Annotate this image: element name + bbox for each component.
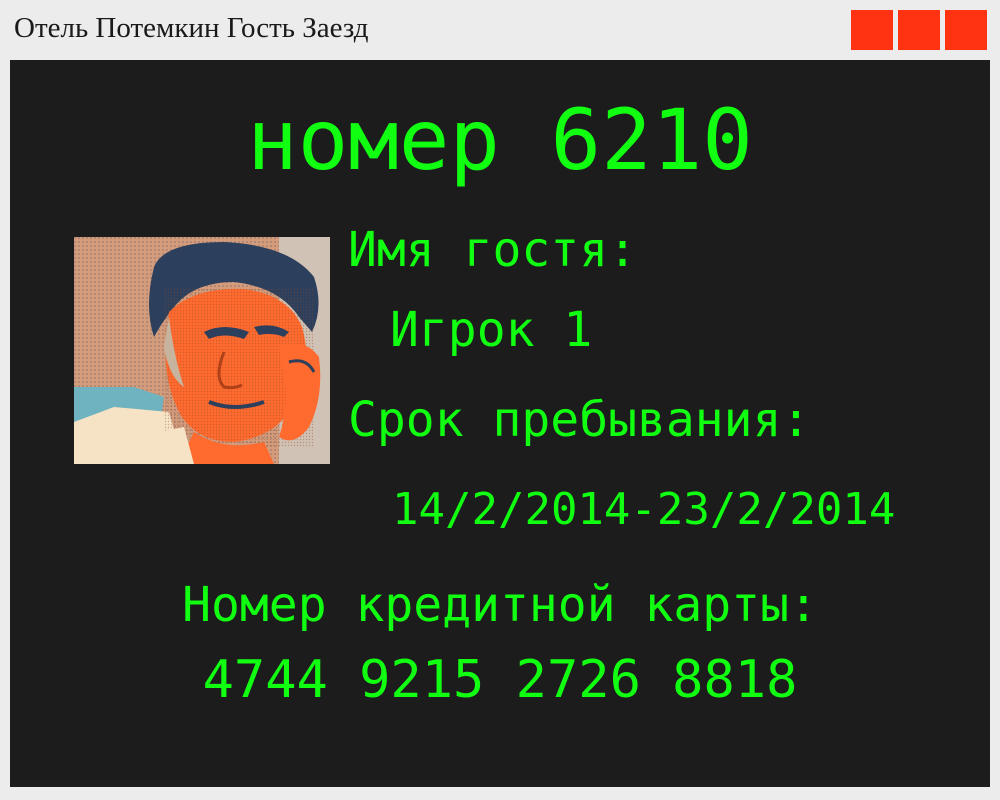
window-control-button-1[interactable] bbox=[851, 10, 893, 50]
guest-name-value: Игрок 1 bbox=[390, 302, 593, 358]
stay-period-value: 14/2/2014-23/2/2014 bbox=[392, 484, 896, 535]
checkin-screen: номер 6210 Имя гостя: Игрок 1 Срок пребы… bbox=[10, 60, 990, 787]
guest-name-label: Имя гостя: bbox=[348, 222, 637, 278]
stay-period-label: Срок пребывания: bbox=[348, 392, 811, 448]
guest-portrait-icon bbox=[74, 237, 330, 464]
room-number: номер 6210 bbox=[247, 91, 753, 189]
window-title: Отель Потемкин Гость Заезд bbox=[14, 12, 369, 44]
window-control-button-2[interactable] bbox=[898, 10, 940, 50]
title-bar[interactable]: Отель Потемкин Гость Заезд bbox=[0, 0, 1000, 60]
credit-card-label: Номер кредитной карты: bbox=[182, 577, 818, 633]
window-control-button-3[interactable] bbox=[945, 10, 987, 50]
credit-card-number: 4744 9215 2726 8818 bbox=[202, 650, 798, 710]
app-window: Отель Потемкин Гость Заезд номер 6210 Им… bbox=[0, 0, 1000, 800]
